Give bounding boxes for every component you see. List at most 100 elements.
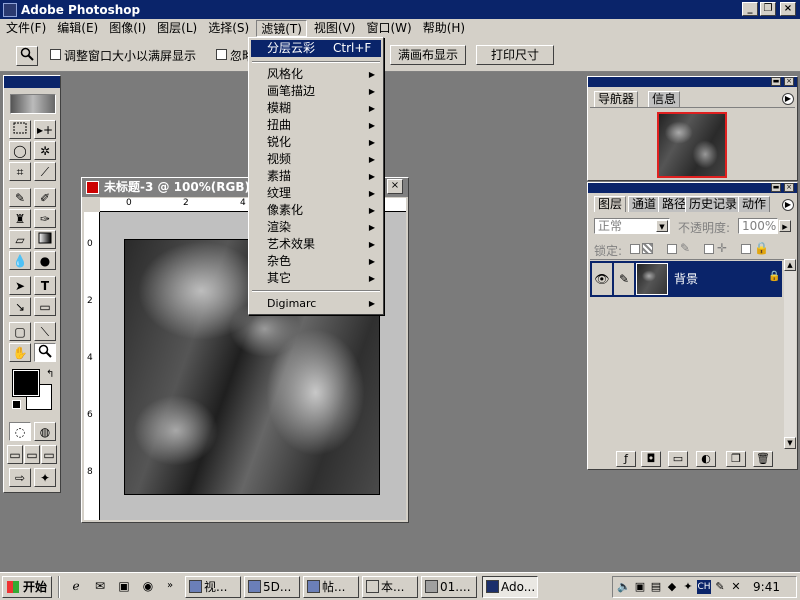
layer-style-button[interactable]: ƒ [616,451,636,467]
media-player-icon[interactable]: ◉ [140,578,156,594]
palette-menu-icon[interactable]: ▶ [782,199,794,211]
layer-thumbnail[interactable] [636,263,668,295]
menu-select[interactable]: 选择(S) [204,20,253,37]
filter-stylize-item[interactable]: 风格化 ▶ [251,66,381,83]
photoshop-app-icon[interactable] [3,2,17,17]
volume-icon[interactable]: 🔈 [617,580,631,594]
ime-pen-icon[interactable]: ✎ [713,580,727,594]
layer-name[interactable]: 背景 [674,270,698,287]
tab-navigator[interactable]: 导航器 [594,91,639,107]
print-size-button[interactable]: 打印尺寸 [476,45,554,65]
filter-digimarc-item[interactable]: Digimarc ▶ [251,295,381,312]
network-icon[interactable]: ▤ [649,580,663,594]
lasso-tool-icon[interactable]: ◯ [9,141,31,160]
new-layer-button[interactable]: ❐ [726,451,746,467]
tray-app-icon[interactable]: ✕ [729,580,743,594]
tab-info[interactable]: 信息 [648,91,681,107]
brush-link-icon[interactable]: ✎ [614,263,634,295]
vertical-ruler[interactable]: 0 2 4 6 8 [84,212,100,520]
filter-sketch-item[interactable]: 素描 ▶ [251,168,381,185]
adobe-eye-logo-icon[interactable] [10,94,56,114]
menu-layer[interactable]: 图层(L) [153,20,201,37]
zoom-tool-icon-active[interactable] [34,343,56,362]
history-brush-tool-icon[interactable]: ✑ [34,209,56,228]
eyedropper-tool-icon[interactable]: ⟍ [34,322,56,341]
outlook-icon[interactable]: ✉ [92,578,108,594]
pen-tool-icon[interactable]: ↘ [9,297,31,316]
magic-wand-tool-icon[interactable]: ✲ [34,141,56,160]
ie-icon[interactable]: ℯ [68,578,84,594]
taskbar-item-1[interactable]: 视... [185,576,241,598]
tray-app-icon[interactable]: ▣ [633,580,647,594]
filter-other-item[interactable]: 其它 ▶ [251,270,381,287]
taskbar-item-4[interactable]: 本... [362,576,418,598]
filter-brush-strokes-item[interactable]: 画笔描边 ▶ [251,83,381,100]
resize-windows-checkbox[interactable] [50,49,61,60]
standard-mode-icon[interactable]: ◌ [9,422,31,441]
filter-noise-item[interactable]: 杂色 ▶ [251,253,381,270]
quick-mask-mode-icon[interactable]: ◍ [34,422,56,441]
filter-video-item[interactable]: 视频 ▶ [251,151,381,168]
tray-app-icon[interactable]: ◆ [665,580,679,594]
layers-scrollbar[interactable]: ▲ ▼ [784,259,796,449]
imageready-icon[interactable]: ✦ [34,468,56,487]
hand-tool-icon[interactable]: ✋ [9,343,31,362]
rectangle-tool-icon[interactable]: ▭ [34,297,56,316]
tab-layers[interactable]: 图层 [594,196,627,212]
menu-view[interactable]: 视图(V) [310,20,360,37]
path-selection-tool-icon[interactable]: ➤ [9,276,31,295]
standard-screen-mode-icon[interactable]: ▭ [7,445,23,464]
show-desktop-icon[interactable]: ▣ [116,578,132,594]
zoom-tool-icon[interactable] [16,46,38,66]
toolbox-title-bar[interactable] [4,76,60,88]
fit-on-screen-button[interactable]: 满画布显示 [390,45,466,65]
navigator-view-box[interactable] [657,112,727,178]
healing-brush-tool-icon[interactable]: ✎ [9,188,31,207]
lock-transparency-checkbox[interactable] [630,244,640,254]
taskbar-item-3[interactable]: 帖... [303,576,359,598]
slice-tool-icon[interactable]: ⟋ [34,162,56,181]
dodge-tool-icon[interactable]: ● [34,251,56,270]
visibility-eye-icon[interactable]: 👁 [592,263,612,295]
filter-artistic-item[interactable]: 艺术效果 ▶ [251,236,381,253]
type-tool-icon[interactable]: T [34,276,56,295]
gradient-tool-icon[interactable] [34,230,56,249]
maximize-button[interactable]: ❐ [760,2,776,16]
filter-blur-item[interactable]: 模糊 ▶ [251,100,381,117]
navigator-palette-title-bar[interactable] [588,77,797,87]
scroll-up-icon[interactable]: ▲ [784,259,796,271]
chevron-down-icon[interactable]: ▼ [656,220,668,232]
marquee-tool-icon[interactable] [9,120,31,139]
lock-image-checkbox[interactable] [667,244,677,254]
eraser-tool-icon[interactable]: ▱ [9,230,31,249]
last-filter-menu-item[interactable]: 分层云彩 Ctrl+F [251,40,381,57]
menu-edit[interactable]: 编辑(E) [53,20,102,37]
minimize-button[interactable]: _ [742,2,758,16]
filter-distort-item[interactable]: 扭曲 ▶ [251,117,381,134]
menu-filter[interactable]: 滤镜(T) [256,20,307,37]
palette-menu-icon[interactable]: ▶ [782,93,794,105]
move-tool-icon[interactable]: ▸+ [34,120,56,139]
palette-minimize-icon[interactable]: ▬ [771,183,781,192]
tab-channels[interactable]: 通道 [628,196,661,212]
filter-texture-item[interactable]: 纹理 ▶ [251,185,381,202]
menu-help[interactable]: 帮助(H) [419,20,469,37]
lock-position-checkbox[interactable] [704,244,714,254]
crop-tool-icon[interactable]: ⌗ [9,162,31,181]
filter-render-item[interactable]: 渲染 ▶ [251,219,381,236]
ime-indicator[interactable]: CH [697,580,711,594]
taskbar-item-photoshop[interactable]: Ado... [482,576,538,598]
layer-row-background[interactable]: 👁 ✎ 背景 🔒 [590,261,782,297]
swap-colors-icon[interactable]: ↰ [46,369,54,380]
brush-tool-icon[interactable]: ✐ [34,188,56,207]
clock[interactable]: 9:41 [753,580,780,594]
foreground-color-swatch[interactable] [12,369,40,397]
notes-tool-icon[interactable]: ▢ [9,322,31,341]
antivirus-icon[interactable]: ✦ [681,580,695,594]
menu-image[interactable]: 图像(I) [105,20,150,37]
add-mask-button[interactable]: ◘ [641,451,661,467]
lock-all-checkbox[interactable] [741,244,751,254]
app-title-bar[interactable]: Adobe Photoshop _ ❐ × [0,0,800,19]
opacity-input[interactable]: 100% [738,218,778,234]
quick-launch-more-icon[interactable]: » [162,578,178,594]
